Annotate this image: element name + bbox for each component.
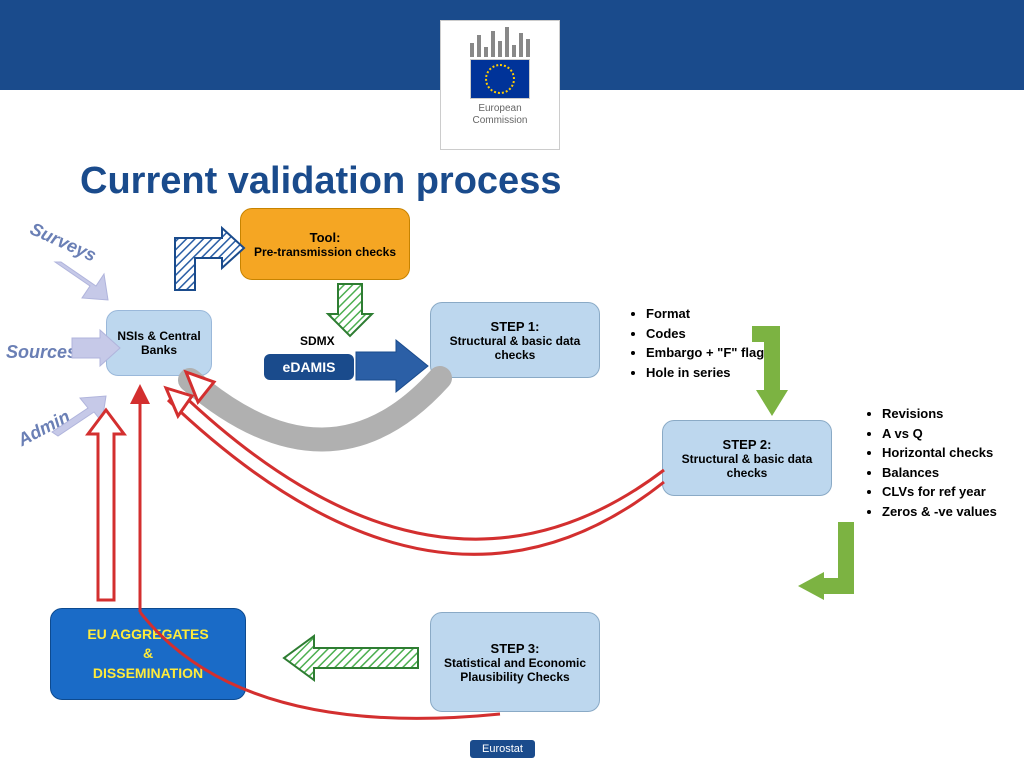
tool-box: Tool: Pre-transmission checks [240,208,410,280]
edamis-box: eDAMIS [264,354,354,380]
bullet-item: Hole in series [646,363,828,383]
arrow-tool-down-icon [328,284,372,336]
arrow-feedback-step2-icon [180,392,664,539]
ec-logo: European Commission [440,20,560,150]
page-title: Current validation process [80,160,561,203]
arrow-agg-to-nsi-icon [88,410,124,600]
tool-title: Tool: [251,230,399,245]
step1-box: STEP 1: Structural & basic data checks [430,302,600,378]
arrow-head-icon [186,372,214,402]
eu-flag-icon [470,59,530,99]
arrow-edamis-to-step1-icon [356,340,428,392]
bullet-item: Revisions [882,404,1014,424]
logo-line2: Commission [472,115,527,126]
bullet-item: CLVs for ref year [882,482,1014,502]
input-arrow-surveys-icon [55,262,108,300]
nsi-box: NSIs & Central Banks [106,310,212,376]
aggregates-box: EU AGGREGATES & DISSEMINATION [50,608,246,700]
bullet-item: Codes [646,324,828,344]
step1-title: STEP 1: [441,319,589,334]
input-sources-label: Sources [6,342,77,363]
step2-title: STEP 2: [673,437,821,452]
bullet-item: Format [646,304,828,324]
arrow-step2-to-step3-icon [798,522,854,600]
bullet-item: Embargo + "F" flag [646,343,828,363]
step3-title: STEP 3: [441,641,589,656]
step2-subtitle: Structural & basic data checks [673,452,821,480]
input-surveys-label: Surveys [27,219,100,267]
step2-bullets: RevisionsA vs QHorizontal checksBalances… [864,404,1014,521]
agg-line1: EU AGGREGATES [61,625,235,645]
bullet-item: Horizontal checks [882,443,1014,463]
sdmx-label: SDMX [300,334,335,348]
bullet-item: Zeros & -ve values [882,502,1014,522]
bullet-item: Balances [882,463,1014,483]
step2-box: STEP 2: Structural & basic data checks [662,420,832,496]
agg-line3: DISSEMINATION [61,664,235,684]
step1-bullets: FormatCodesEmbargo + "F" flagHole in ser… [628,304,828,382]
tool-subtitle: Pre-transmission checks [251,245,399,259]
arrow-step3-to-agg-icon [284,636,418,680]
step3-subtitle: Statistical and Economic Plausibility Ch… [441,656,589,684]
step1-subtitle: Structural & basic data checks [441,334,589,362]
input-admin-label: Admin [14,406,73,451]
logo-line1: European [478,103,521,114]
arrow-feedback-step1-icon [190,378,440,440]
step3-box: STEP 3: Statistical and Economic Plausib… [430,612,600,712]
agg-line2: & [61,644,235,664]
bullet-item: A vs Q [882,424,1014,444]
footer-badge: Eurostat [470,740,535,758]
arrow-nsi-to-tool-icon [175,228,244,290]
